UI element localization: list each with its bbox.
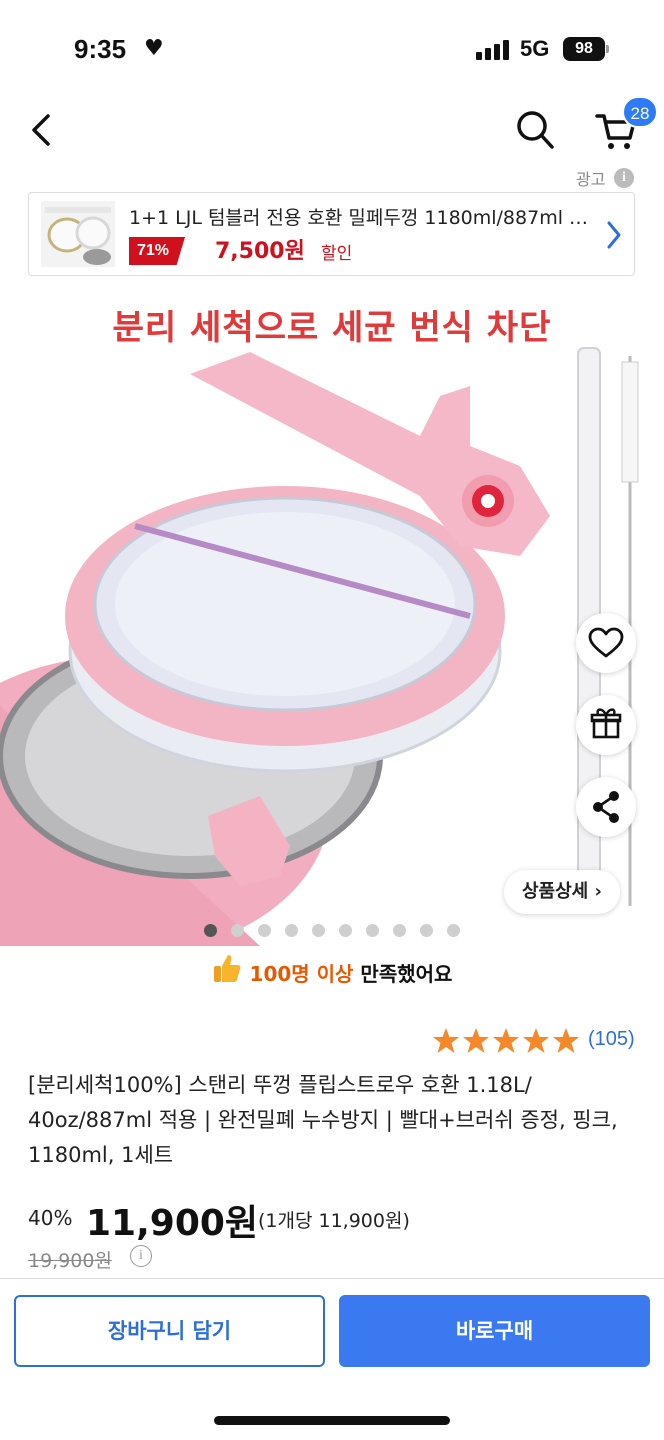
chevron-right-icon[interactable] [603, 217, 625, 253]
ad-discount-badge: 71% [129, 237, 186, 265]
signal-icon [476, 38, 510, 60]
satisfaction-count: 100명 이상 [249, 962, 354, 986]
carousel-dot [393, 924, 406, 937]
gift-icon [590, 708, 622, 739]
heart-status-icon: ♥ [144, 36, 164, 61]
star-icons [433, 1028, 579, 1053]
battery-icon: 98 [563, 37, 605, 61]
product-detail-button[interactable]: 상품상세 › [504, 870, 620, 914]
ad-label: 광고 [576, 170, 606, 189]
carousel-dot [447, 924, 460, 937]
back-arrow-icon[interactable] [26, 110, 58, 150]
satisfaction-banner: 100명 이상 만족했어요 [0, 952, 664, 996]
network-type: 5G [520, 36, 550, 61]
sale-price: 11,900원 [86, 1203, 259, 1244]
carousel-dot [285, 924, 298, 937]
ad-product-image [41, 201, 115, 267]
discount-percent: 40% [28, 1206, 73, 1230]
carousel-dot [231, 924, 244, 937]
gift-button[interactable] [576, 695, 636, 755]
review-count-link[interactable]: (105) [588, 1028, 635, 1051]
price-info-icon[interactable]: i [130, 1245, 152, 1267]
carousel-dot [258, 924, 271, 937]
product-title: [분리세척100%] 스탠리 뚜껑 플립스트로우 호환 1.18L/ 40oz/… [28, 1073, 618, 1167]
status-time: 9:35 [74, 34, 127, 64]
ad-info-icon[interactable]: i [614, 168, 634, 188]
share-icon [593, 791, 619, 823]
heart-icon [588, 627, 624, 658]
top-nav [0, 100, 664, 162]
wishlist-button[interactable] [576, 613, 636, 673]
star-rating[interactable] [432, 1026, 582, 1058]
ad-price: 7,500원 [215, 239, 305, 264]
cart-count-badge: 28 [622, 96, 658, 128]
home-indicator[interactable] [214, 1416, 450, 1425]
unit-price: (1개당 11,900원) [258, 1210, 410, 1232]
carousel-dot-active [204, 924, 217, 937]
status-bar: 9:35 ♥ 5G 98 [0, 0, 664, 100]
ad-banner[interactable]: 1+1 LJL 텀블러 전용 호환 밀페두껑 1180ml/887ml 591m… [28, 192, 635, 276]
share-button[interactable] [576, 777, 636, 837]
carousel-dot [420, 924, 433, 937]
add-to-cart-button[interactable]: 장바구니 담기 [14, 1295, 325, 1367]
product-image-carousel[interactable]: 분리 세척으로 세균 번식 차단 [0, 286, 664, 946]
original-price: 19,900원 [28, 1250, 112, 1272]
carousel-dot [339, 924, 352, 937]
ad-title: 1+1 LJL 텀블러 전용 호환 밀페두껑 1180ml/887ml 591m… [129, 207, 599, 229]
search-icon[interactable] [514, 108, 556, 152]
battery-tip [606, 45, 609, 53]
satisfaction-text: 만족했어요 [353, 962, 453, 986]
ad-sale-label: 할인 [321, 244, 353, 264]
buy-now-button[interactable]: 바로구매 [339, 1295, 650, 1367]
thumbs-up-icon [212, 952, 242, 999]
carousel-dot [312, 924, 325, 937]
ad-thumbnail [41, 201, 115, 267]
product-image [0, 347, 639, 946]
bottom-divider [0, 1278, 664, 1279]
hero-headline: 분리 세척으로 세균 번식 차단 [112, 308, 552, 348]
carousel-dot [366, 924, 379, 937]
